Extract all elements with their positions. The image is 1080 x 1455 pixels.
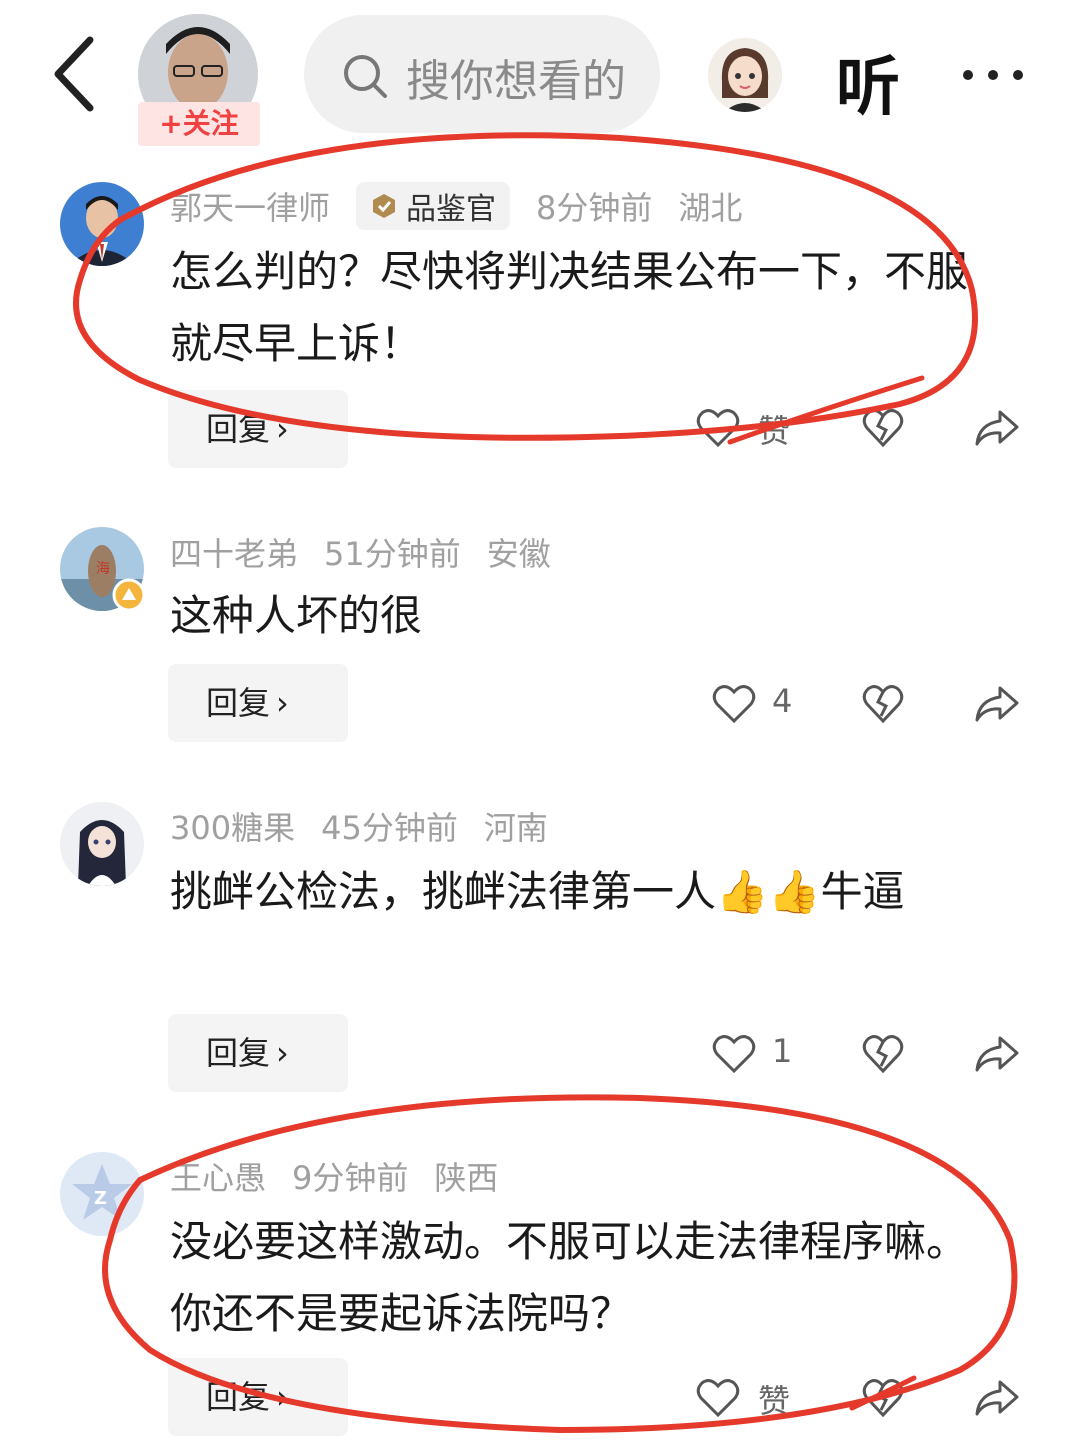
search-bar[interactable]: 搜你想看的 bbox=[304, 15, 660, 133]
author-name[interactable]: 300糖果 bbox=[170, 803, 295, 849]
status-badge: 品鉴官 bbox=[356, 182, 511, 230]
search-placeholder: 搜你想看的 bbox=[406, 56, 626, 107]
svg-text:海: 海 bbox=[96, 561, 110, 577]
listen-button[interactable]: 听 bbox=[836, 36, 900, 128]
avatar[interactable]: Z bbox=[60, 1152, 144, 1236]
share-icon[interactable] bbox=[974, 1378, 1020, 1418]
comment-text: 怎么判的？尽快将判决结果公布一下，不服就尽早上诉！ bbox=[170, 247, 969, 368]
timestamp: 8分钟前 bbox=[536, 189, 653, 227]
like-icon[interactable] bbox=[712, 684, 756, 724]
like-icon[interactable] bbox=[696, 1378, 740, 1418]
follow-button[interactable]: +关注 bbox=[138, 102, 260, 146]
like-count: 4 bbox=[772, 682, 793, 720]
share-icon[interactable] bbox=[974, 684, 1020, 724]
comment-text: 这种人坏的很 bbox=[170, 591, 423, 640]
dislike-icon[interactable] bbox=[862, 684, 904, 724]
dislike-icon[interactable] bbox=[862, 1378, 904, 1418]
like-icon[interactable] bbox=[712, 1034, 756, 1074]
reply-button[interactable]: 回复 › bbox=[168, 1358, 348, 1436]
back-icon[interactable] bbox=[40, 34, 110, 114]
level-badge-icon bbox=[112, 578, 146, 612]
comment-meta: 300糖果 45分钟前 河南 bbox=[170, 800, 574, 852]
avatar[interactable] bbox=[60, 802, 144, 886]
comment-meta: 四十老弟 51分钟前 安徽 bbox=[170, 526, 577, 578]
share-icon[interactable] bbox=[974, 1034, 1020, 1074]
like-count: 1 bbox=[772, 1032, 793, 1070]
timestamp: 51分钟前 bbox=[324, 535, 461, 573]
avatar[interactable] bbox=[60, 182, 144, 266]
badge-icon bbox=[373, 194, 396, 218]
timestamp: 45分钟前 bbox=[321, 809, 458, 847]
like-icon[interactable] bbox=[696, 408, 740, 448]
location: 湖北 bbox=[678, 189, 743, 227]
location: 河南 bbox=[483, 809, 548, 847]
dislike-icon[interactable] bbox=[862, 408, 904, 448]
reply-button[interactable]: 回复 › bbox=[168, 664, 348, 742]
author-name[interactable]: 四十老弟 bbox=[170, 529, 298, 575]
comment-text: 挑衅公检法，挑衅法律第一人👍👍牛逼 bbox=[170, 867, 905, 916]
search-icon bbox=[344, 55, 387, 98]
reply-button[interactable]: 回复 › bbox=[168, 390, 348, 468]
reply-button[interactable]: 回复 › bbox=[168, 1014, 348, 1092]
chevron-right-icon: › bbox=[276, 684, 289, 722]
author-name[interactable]: 王心愚 bbox=[170, 1153, 266, 1199]
top-bar: +关注 搜你想看的 听 bbox=[0, 0, 1080, 150]
chevron-right-icon: › bbox=[276, 410, 289, 448]
listen-voice-avatar[interactable] bbox=[708, 38, 782, 112]
comment-meta: 王心愚 9分钟前 陕西 bbox=[170, 1150, 524, 1202]
chevron-right-icon: › bbox=[276, 1034, 289, 1072]
like-count: 赞 bbox=[758, 1382, 791, 1420]
author-name[interactable]: 郭天一律师 bbox=[170, 183, 330, 229]
location: 安徽 bbox=[486, 535, 551, 573]
share-icon[interactable] bbox=[974, 408, 1020, 448]
dislike-icon[interactable] bbox=[862, 1034, 904, 1074]
comment-text: 没必要这样激动。不服可以走法律程序嘛。你还不是要起诉法院吗？ bbox=[170, 1217, 969, 1338]
more-icon[interactable] bbox=[960, 60, 1026, 90]
comment-meta: 郭天一律师 品鉴官 8分钟前 湖北 bbox=[170, 180, 768, 232]
chevron-right-icon: › bbox=[276, 1378, 289, 1416]
like-count: 赞 bbox=[758, 412, 791, 450]
location: 陕西 bbox=[434, 1159, 499, 1197]
svg-text:Z: Z bbox=[94, 1188, 107, 1209]
timestamp: 9分钟前 bbox=[292, 1159, 409, 1197]
author-profile[interactable]: +关注 bbox=[138, 14, 260, 146]
